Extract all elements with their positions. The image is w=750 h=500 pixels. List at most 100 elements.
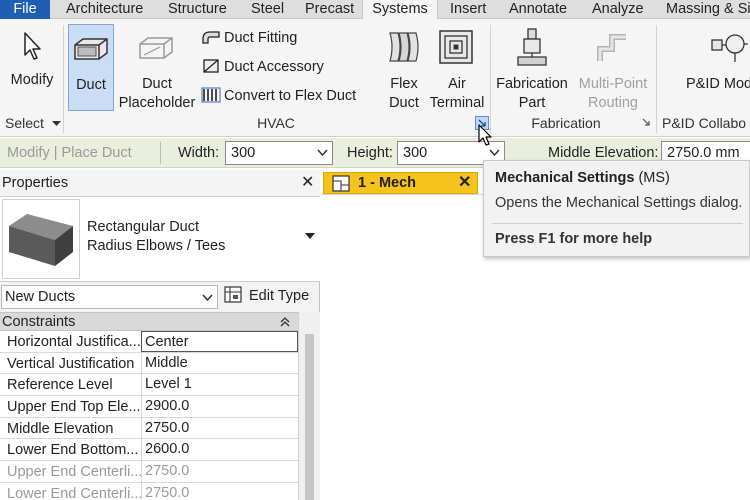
ribbon-tab-bar: File Architecture Structure Steel Precas… — [0, 0, 750, 20]
floor-plan-view-icon — [332, 175, 350, 192]
duct-fitting-label: Duct Fitting — [224, 30, 298, 46]
tab-structure[interactable]: Structure — [168, 0, 227, 19]
duct-placeholder-icon — [139, 37, 173, 59]
context-label: Modify | Place Duct — [7, 145, 132, 161]
flex-duct-icon — [389, 32, 419, 62]
instance-filter-select[interactable]: New Ducts — [1, 285, 218, 309]
property-row[interactable]: Middle Elevation 2750.0 — [0, 417, 298, 440]
properties-scrollbar[interactable] — [298, 312, 320, 500]
tooltip-help: Press F1 for more help — [495, 231, 653, 247]
tab-architecture[interactable]: Architecture — [66, 0, 143, 19]
mouse-cursor-icon — [478, 124, 492, 146]
convert-to-flex-duct-button[interactable]: Convert to Flex Duct — [201, 87, 356, 105]
fabrication-settings-launcher[interactable] — [640, 116, 654, 130]
scrollbar-thumb[interactable] — [305, 334, 314, 500]
instance-filter-value: New Ducts — [5, 289, 76, 305]
flex-duct-label-line1: Flex — [390, 76, 418, 92]
view-tab[interactable]: 1 - Mech ✕ — [323, 172, 478, 194]
type-name-line1: Rectangular Duct — [87, 219, 200, 235]
chevron-down-icon — [202, 294, 213, 302]
property-row[interactable]: Reference Level Level 1 — [0, 374, 298, 397]
width-label: Width: — [178, 145, 220, 161]
hvac-panel-title: HVAC — [257, 115, 295, 131]
property-value[interactable]: 2750.0 — [141, 417, 298, 439]
duct-icon — [74, 38, 108, 60]
dialog-launcher-arrow-icon — [642, 118, 650, 126]
property-row: Lower End Centerli... 2750.0 — [0, 482, 298, 500]
tab-precast[interactable]: Precast — [305, 0, 354, 19]
property-value[interactable]: Middle — [141, 352, 298, 374]
tooltip-description: Opens the Mechanical Settings dialog. — [495, 195, 743, 211]
property-value[interactable]: 2600.0 — [141, 439, 298, 461]
tooltip-shortcut: (MS) — [638, 170, 670, 186]
tab-systems[interactable]: Systems — [362, 0, 438, 20]
property-value[interactable]: 2900.0 — [141, 396, 298, 418]
properties-header: Properties ✕ — [0, 170, 320, 196]
property-row[interactable]: Vertical Justification Middle — [0, 352, 298, 375]
property-name: Reference Level — [7, 377, 113, 394]
flex-duct-button[interactable]: Flex Duct — [382, 24, 426, 111]
property-value: 2750.0 — [141, 461, 298, 483]
duct-accessory-label: Duct Accessory — [224, 59, 324, 75]
property-row[interactable]: Horizontal Justifica... Center — [0, 331, 298, 353]
select-panel-dropdown[interactable]: Select — [2, 113, 61, 133]
air-terminal-button[interactable]: Air Terminal — [428, 24, 486, 111]
multi-point-routing-button[interactable]: Multi-Point Routing — [573, 24, 653, 111]
pid-modeler-button[interactable]: P&ID Mod — [660, 24, 750, 111]
property-name: Middle Elevation — [7, 420, 114, 437]
tab-analyze[interactable]: Analyze — [592, 0, 644, 19]
duct-placeholder-button[interactable]: Duct Placeholder — [118, 24, 196, 111]
duct-placeholder-label-line2: Placeholder — [118, 95, 196, 111]
ribbon: Modify Select Duct Duct Placeholder Duct… — [0, 19, 750, 137]
fabrication-part-label-line1: Fabrication — [496, 76, 568, 92]
duct-fitting-button[interactable]: Duct Fitting — [201, 29, 297, 47]
air-terminal-icon — [439, 30, 473, 64]
close-icon[interactable]: ✕ — [301, 175, 314, 191]
width-input[interactable]: 300 — [225, 141, 333, 165]
tab-annotate[interactable]: Annotate — [509, 0, 567, 19]
property-row: Upper End Centerli... 2750.0 — [0, 461, 298, 483]
property-value[interactable]: Level 1 — [141, 374, 298, 396]
property-row[interactable]: Upper End Top Ele... 2900.0 — [0, 396, 298, 418]
type-selector[interactable]: Rectangular Duct Radius Elbows / Tees — [0, 196, 320, 282]
chevron-down-icon — [317, 149, 328, 157]
tab-insert[interactable]: Insert — [450, 0, 486, 19]
property-row[interactable]: Lower End Bottom... 2600.0 — [0, 439, 298, 462]
panel-divider — [490, 25, 491, 133]
pid-panel-title: P&ID Collabo — [662, 115, 747, 131]
modify-button[interactable]: Modify — [2, 21, 62, 111]
type-preview — [2, 199, 80, 279]
properties-title: Properties — [2, 175, 69, 191]
convert-to-flex-duct-label: Convert to Flex Duct — [224, 88, 357, 104]
pid-modeler-label: P&ID Mod — [686, 76, 750, 92]
duct-accessory-icon — [203, 59, 219, 73]
edit-type-label: Edit Type — [249, 288, 310, 304]
type-dropdown-caret-icon[interactable] — [305, 233, 315, 240]
multi-point-routing-icon — [597, 34, 626, 61]
tooltip-command-name: Mechanical Settings — [495, 170, 635, 186]
constraints-group-header[interactable]: Constraints — [0, 312, 298, 331]
duct-accessory-button[interactable]: Duct Accessory — [201, 58, 324, 76]
height-label: Height: — [347, 145, 393, 161]
fabrication-panel-title: Fabrication — [531, 115, 601, 131]
tooltip: Mechanical Settings (MS) Opens the Mecha… — [483, 160, 750, 257]
multi-point-routing-label-line2: Routing — [588, 95, 638, 111]
property-name: Vertical Justification — [7, 355, 135, 372]
duct-button[interactable]: Duct — [68, 24, 114, 111]
multi-point-routing-label-line1: Multi-Point — [578, 76, 648, 92]
property-name: Horizontal Justifica... — [7, 334, 141, 350]
tooltip-title: Mechanical Settings (MS) — [495, 169, 670, 187]
property-name: Upper End Top Ele... — [7, 399, 141, 416]
duct-placeholder-label-line1: Duct — [142, 76, 172, 92]
property-value-input[interactable]: Center — [141, 331, 298, 352]
caret-down-icon — [51, 121, 61, 127]
fabrication-part-button[interactable]: Fabrication Part — [493, 24, 571, 111]
tab-steel[interactable]: Steel — [251, 0, 284, 19]
edit-type-button[interactable]: Edit Type — [224, 286, 309, 305]
duct-label: Duct — [76, 77, 106, 93]
tab-file[interactable]: File — [0, 0, 50, 19]
tab-massing-site[interactable]: Massing & Si — [666, 0, 750, 19]
close-icon[interactable]: ✕ — [458, 175, 471, 191]
property-value: 2750.0 — [141, 482, 298, 500]
instance-filter-row: New Ducts Edit Type — [0, 283, 320, 311]
